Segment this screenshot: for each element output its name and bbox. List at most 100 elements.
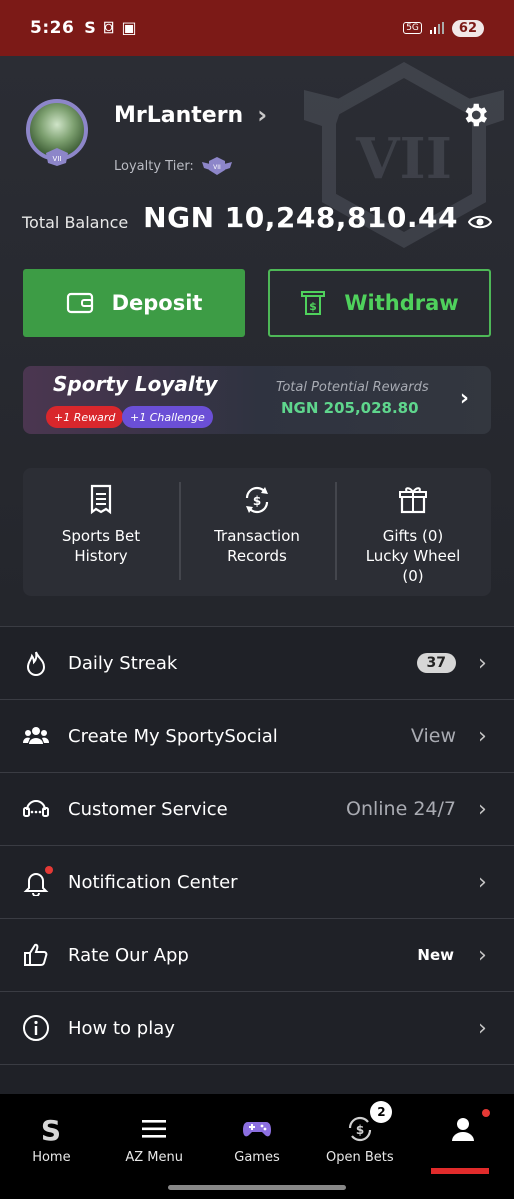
status-bar: 5:26 S ⌼ ▣ 5G 62 [0, 0, 514, 56]
nav-label: Open Bets [325, 1150, 394, 1165]
svg-text:$: $ [356, 1123, 364, 1137]
chevron-right-icon: › [257, 101, 268, 129]
menu-create-sportysocial[interactable]: Create My SportySocial View › [0, 699, 514, 772]
streak-count-badge: 37 [416, 653, 456, 673]
nav-label: AZ Menu [125, 1150, 183, 1165]
receipt-icon [90, 484, 112, 515]
menu-daily-streak[interactable]: Daily Streak 37 › [0, 626, 514, 699]
loyalty-tier[interactable]: Loyalty Tier: VII [114, 156, 232, 176]
quick-link-sports-bet-history[interactable]: Sports Bet History [23, 468, 179, 596]
bottom-nav: S Home AZ Menu Games $ 2 Open Bets [0, 1094, 514, 1199]
status-time: 5:26 [30, 18, 75, 38]
deposit-label: Deposit [111, 291, 203, 315]
account-header: VII VII MrLantern › Loyalty Tier: VII To… [0, 56, 514, 626]
status-notification-icons: S ⌼ ▣ [84, 18, 136, 38]
challenge-pill: +1 Challenge [122, 406, 213, 428]
tier-badge-icon: VII [201, 157, 232, 175]
dollar-cycle-icon: $ [245, 486, 269, 514]
eye-icon[interactable] [468, 212, 492, 232]
flame-icon [26, 651, 46, 676]
signal-icon [429, 22, 444, 34]
rewards-value: NGN 205,028.80 [281, 399, 419, 417]
chevron-right-icon: › [478, 942, 487, 968]
quick-link-label: Lucky Wheel [365, 547, 461, 565]
chevron-right-icon: › [478, 869, 487, 895]
menu-label: Notification Center [68, 871, 238, 893]
total-balance-value: NGN 10,248,810.44 [143, 201, 458, 234]
svg-text:VII: VII [213, 164, 221, 171]
quick-links: Sports Bet History $ Transaction Records… [23, 468, 491, 596]
gift-icon [399, 487, 427, 514]
thumbs-up-icon [24, 943, 48, 966]
network-type: 5G [403, 22, 422, 34]
group-icon [22, 727, 50, 744]
quick-link-label: History [74, 547, 128, 565]
gear-icon[interactable] [460, 100, 490, 130]
withdraw-label: Withdraw [344, 291, 459, 315]
new-badge: New [417, 946, 454, 964]
nav-az-menu[interactable]: AZ Menu [103, 1094, 206, 1199]
svg-text:$: $ [310, 300, 318, 313]
username: MrLantern [114, 102, 244, 128]
sporty-notify-icon: S [84, 18, 96, 37]
account-notification-dot [482, 1109, 491, 1117]
open-bets-count: 2 [370, 1101, 393, 1123]
reward-pill: +1 Reward [46, 406, 124, 428]
nav-home[interactable]: S Home [0, 1094, 103, 1199]
wallet-icon [66, 292, 93, 314]
total-balance-label: Total Balance [22, 213, 129, 232]
rewards-label: Total Potential Rewards [276, 380, 429, 395]
system-home-indicator[interactable] [168, 1185, 346, 1190]
menu-customer-service[interactable]: Customer Service Online 24/7 › [0, 772, 514, 845]
info-icon [23, 1015, 49, 1041]
quick-link-label: Sports Bet [61, 527, 141, 545]
active-tab-indicator [431, 1168, 490, 1174]
quick-link-label: Transaction [214, 527, 300, 545]
chevron-right-icon: › [478, 1015, 487, 1041]
notification-dot [45, 866, 53, 874]
menu-label: Customer Service [68, 798, 228, 820]
menu-how-to-play[interactable]: How to play › [0, 991, 514, 1064]
deposit-button[interactable]: Deposit [23, 269, 245, 337]
menu-notification-center[interactable]: Notification Center › [0, 845, 514, 918]
open-bets-icon: $ [348, 1116, 371, 1142]
menu-label: How to play [68, 1017, 175, 1039]
nav-label: Games [234, 1150, 280, 1165]
chevron-right-icon: › [478, 650, 487, 676]
withdraw-button[interactable]: $ Withdraw [268, 269, 491, 337]
chevron-right-icon: › [478, 796, 487, 822]
menu-label: Rate Our App [68, 944, 189, 966]
menu-label: Daily Streak [68, 652, 178, 674]
battery-level: 62 [451, 19, 484, 37]
account-menu: Daily Streak 37 › Create My SportySocial… [0, 626, 514, 1104]
sporty-loyalty-card[interactable]: Sporty Loyalty +1 Reward +1 Challenge To… [23, 366, 491, 434]
service-status: Online 24/7 [346, 798, 456, 820]
quick-link-label: Records [227, 547, 287, 565]
person-icon [451, 1118, 474, 1141]
gamepad-icon [242, 1122, 271, 1137]
quick-link-transaction-records[interactable]: $ Transaction Records [179, 468, 335, 596]
headset-icon [23, 800, 49, 817]
hamburger-icon [142, 1120, 167, 1138]
quick-link-label: (0) [402, 567, 424, 585]
svg-text:$: $ [253, 494, 261, 508]
sporty-logo-icon: S [41, 1114, 61, 1144]
svg-text:S: S [41, 1114, 61, 1144]
nav-label: Home [32, 1150, 71, 1165]
username-link[interactable]: MrLantern › [114, 101, 267, 129]
menu-label: Create My SportySocial [68, 725, 278, 747]
svg-text:VII: VII [355, 126, 452, 192]
avatar-tier-badge-icon: VII [46, 148, 68, 166]
status-right: 5G 62 [403, 19, 484, 37]
loyalty-tier-label: Loyalty Tier: [114, 158, 194, 174]
menu-rate-our-app[interactable]: Rate Our App New › [0, 918, 514, 991]
quick-link-gifts[interactable]: Gifts (0) Lucky Wheel (0) [335, 468, 491, 596]
chevron-right-icon: › [459, 386, 469, 411]
screenshot-icon: ⌼ [103, 18, 114, 37]
view-link: View [410, 725, 456, 747]
nav-account[interactable] [411, 1094, 514, 1199]
loyalty-title: Sporty Loyalty [53, 372, 218, 396]
nav-open-bets[interactable]: $ 2 Open Bets [308, 1094, 411, 1199]
cash-withdraw-icon: $ [301, 291, 326, 315]
nav-games[interactable]: Games [206, 1094, 309, 1199]
